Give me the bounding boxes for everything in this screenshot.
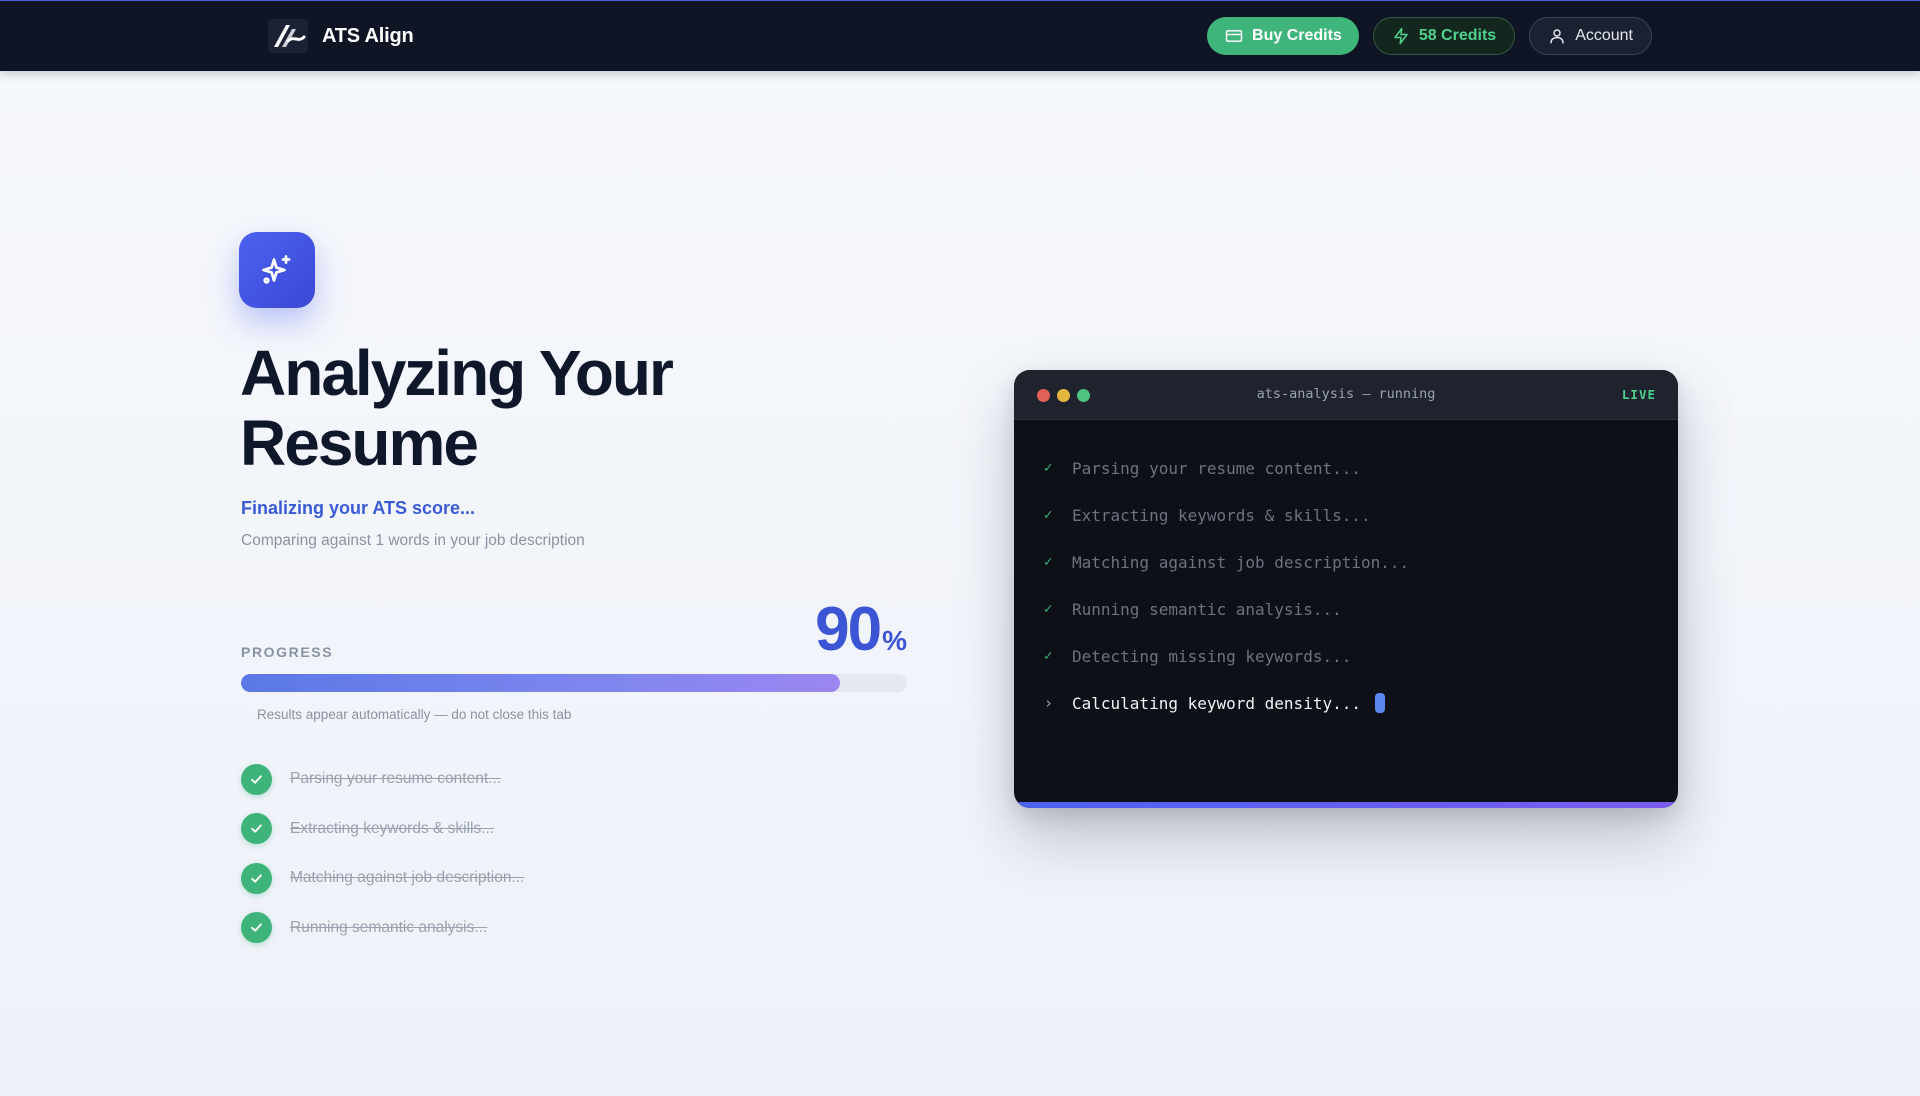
credits-label: 58 Credits (1418, 27, 1497, 44)
brand-name: ATS Align (322, 24, 414, 47)
brand-logo-icon (268, 19, 308, 53)
analysis-terminal: ats-analysis — running LIVE ✓ Parsing yo… (1014, 370, 1678, 808)
page-title: Analyzing Your Resume (240, 337, 674, 479)
progress-value: 90 % (815, 595, 907, 665)
progress-note: Results appear automatically — do not cl… (257, 707, 572, 722)
check-icon: ✓ (1044, 507, 1053, 523)
terminal-line: ✓ Detecting missing keywords... (1044, 642, 1409, 670)
account-button[interactable]: Account (1529, 17, 1652, 55)
terminal-line-text: Detecting missing keywords... (1072, 646, 1352, 666)
progress-fill (241, 674, 841, 692)
check-icon (241, 912, 272, 943)
account-label: Account (1575, 27, 1633, 44)
step-label: Running semantic analysis... (290, 918, 488, 936)
credits-balance-button[interactable]: 58 Credits (1372, 17, 1516, 55)
live-badge: LIVE (1621, 387, 1656, 402)
hero-badge (239, 232, 315, 308)
terminal-line-text: Extracting keywords & skills... (1072, 505, 1371, 525)
user-icon (1550, 29, 1564, 44)
terminal-line: ✓ Extracting keywords & skills... (1044, 501, 1409, 529)
terminal-output: ✓ Parsing your resume content... ✓ Extra… (1044, 454, 1409, 736)
progress-bar (241, 674, 907, 692)
check-icon: ✓ (1044, 554, 1053, 570)
buy-credits-label: Buy Credits (1252, 27, 1342, 44)
check-icon (241, 763, 272, 795)
check-icon (241, 813, 272, 844)
step-list: Parsing your resume content... Extractin… (241, 763, 524, 961)
sparkles-icon (262, 255, 291, 284)
progress-label: PROGRESS (241, 644, 334, 660)
terminal-line: ✓ Running semantic analysis... (1044, 595, 1409, 623)
lightning-icon (1394, 27, 1408, 45)
progress-number: 90 (815, 595, 882, 664)
terminal-title: ats-analysis — running (1256, 386, 1436, 402)
credit-card-icon (1225, 30, 1243, 42)
terminal-line-active: › Calculating keyword density... (1044, 689, 1409, 717)
check-icon (241, 862, 272, 894)
terminal-line-text: Parsing your resume content... (1072, 458, 1361, 478)
terminal-line-text: Matching against job description... (1072, 552, 1410, 572)
terminal-line-text: Calculating keyword density... (1072, 693, 1361, 713)
nav-actions: Buy Credits 58 Credits Account (1207, 17, 1652, 55)
step-label: Parsing your resume content... (290, 770, 502, 787)
terminal-title-bar: ats-analysis — running LIVE (1014, 370, 1678, 420)
terminal-line: ✓ Matching against job description... (1044, 548, 1409, 576)
check-icon: ✓ (1044, 648, 1053, 664)
terminal-line-text: Running semantic analysis... (1072, 599, 1342, 619)
check-icon: ✓ (1044, 601, 1053, 617)
brand[interactable]: ATS Align (268, 19, 414, 53)
step-label: Extracting keywords & skills... (290, 819, 495, 837)
subtitle-text: Comparing against 1 words in your job de… (241, 532, 585, 549)
chevron-right-icon: › (1044, 694, 1054, 712)
terminal-cursor (1374, 693, 1385, 713)
terminal-line: ✓ Parsing your resume content... (1044, 454, 1409, 482)
check-icon: ✓ (1044, 460, 1053, 476)
buy-credits-button[interactable]: Buy Credits (1207, 17, 1359, 55)
list-item: Matching against job description... (241, 862, 524, 894)
terminal-accent-bar (1014, 802, 1678, 808)
list-item: Parsing your resume content... (241, 763, 524, 795)
step-label: Matching against job description... (290, 869, 525, 886)
status-text: Finalizing your ATS score... (241, 498, 476, 518)
list-item: Extracting keywords & skills... (241, 813, 524, 845)
list-item: Running semantic analysis... (241, 912, 524, 944)
progress-unit: % (882, 625, 907, 656)
top-nav: ATS Align Buy Credits 58 Credits Account (0, 0, 1920, 71)
